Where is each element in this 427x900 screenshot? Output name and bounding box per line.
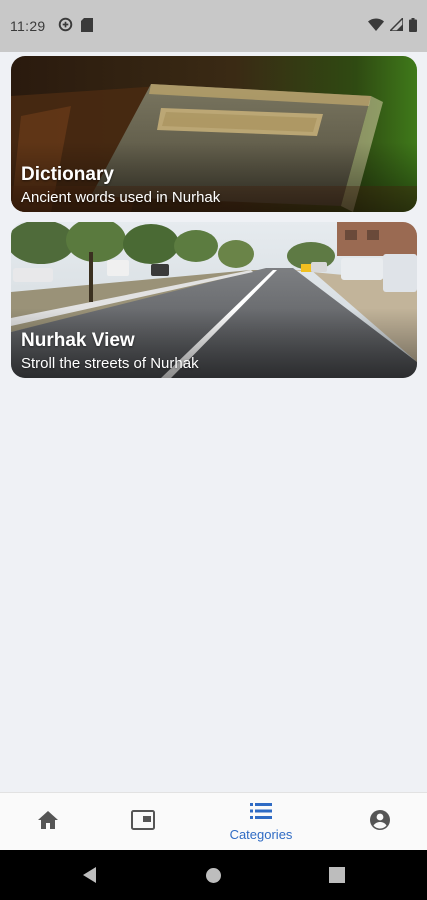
nav-categories-label: Categories: [229, 826, 293, 842]
dictionary-card[interactable]: Dictionary Ancient words used in Nurhak: [11, 56, 417, 212]
wifi-icon: [368, 18, 384, 34]
card-title: Dictionary: [21, 164, 114, 185]
status-time: 11:29: [10, 18, 46, 34]
nav-categories[interactable]: Categories: [218, 793, 304, 851]
card-subtitle: Ancient words used in Nurhak: [21, 189, 221, 206]
bottom-navigation: Categories: [0, 792, 427, 850]
nav-account[interactable]: [350, 793, 410, 851]
nurhak-view-card[interactable]: Nurhak View Stroll the streets of Nurhak: [11, 222, 417, 378]
home-icon: [37, 810, 59, 835]
battery-icon: [409, 17, 417, 35]
account-circle-icon: [369, 809, 391, 836]
home-button[interactable]: [205, 867, 222, 889]
back-button[interactable]: [80, 865, 98, 890]
card-subtitle: Stroll the streets of Nurhak: [21, 355, 199, 372]
sd-card-icon: [80, 17, 93, 35]
data-saver-icon: [58, 17, 73, 35]
recents-button[interactable]: [329, 867, 345, 888]
card-title: Nurhak View: [21, 330, 135, 351]
status-bar: 11:29: [0, 0, 427, 52]
nav-home[interactable]: [18, 793, 78, 851]
cell-signal-icon: [388, 16, 404, 34]
list-icon: [250, 802, 272, 824]
system-navigation-bar: [0, 850, 427, 900]
picture-in-picture-icon: [131, 809, 155, 835]
nav-media[interactable]: [113, 793, 173, 851]
categories-list: Dictionary Ancient words used in Nurhak: [0, 52, 427, 792]
